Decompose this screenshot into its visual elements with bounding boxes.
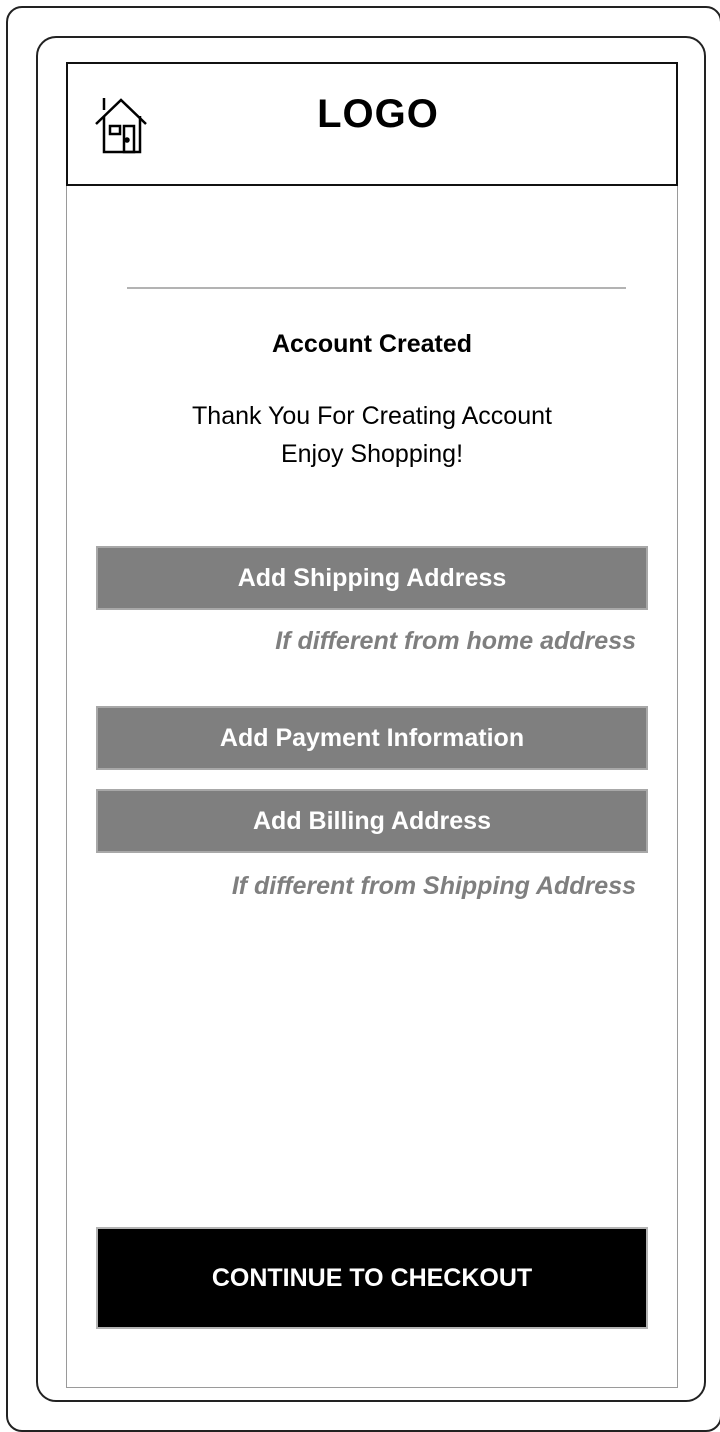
message-line-1: Thank You For Creating Account: [192, 402, 552, 430]
shipping-hint: If different from home address: [275, 627, 636, 655]
divider: [127, 287, 626, 289]
add-payment-information-button[interactable]: Add Payment Information: [96, 706, 648, 770]
home-icon[interactable]: [92, 94, 150, 154]
confirmation-title: Account Created: [271, 330, 473, 358]
logo: LOGO: [317, 92, 439, 136]
app-header: LOGO: [66, 62, 678, 186]
add-shipping-address-button[interactable]: Add Shipping Address: [96, 546, 648, 610]
billing-hint: If different from Shipping Address: [231, 872, 636, 900]
continue-to-checkout-button[interactable]: CONTINUE TO CHECKOUT: [96, 1227, 648, 1329]
add-billing-address-button[interactable]: Add Billing Address: [96, 789, 648, 853]
message-line-2: Enjoy Shopping!: [280, 440, 464, 468]
confirmation-message: Thank You For Creating Account Enjoy Sho…: [66, 397, 678, 473]
